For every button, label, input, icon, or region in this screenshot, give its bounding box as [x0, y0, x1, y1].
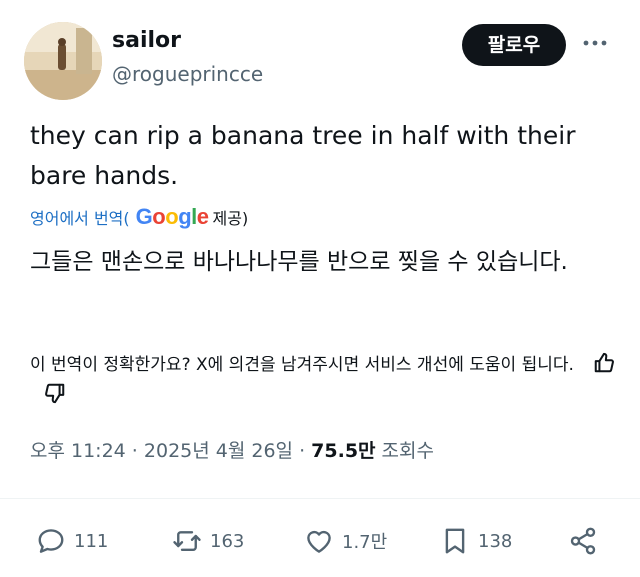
- tweet-time[interactable]: 오후 11:24: [30, 440, 126, 462]
- tweet-text: they can rip a banana tree in half with …: [30, 121, 576, 190]
- user-handle[interactable]: @rogueprincce: [112, 62, 263, 86]
- reply-button[interactable]: 111: [36, 524, 108, 558]
- more-horizontal-icon[interactable]: [580, 28, 610, 58]
- translation-feedback: 이 번역이 정확한가요? X에 의견을 남겨주시면 서비스 개선에 도움이 됩니…: [30, 350, 620, 410]
- repost-button[interactable]: 163: [172, 524, 244, 558]
- avatar[interactable]: [24, 22, 102, 100]
- bookmark-count: 138: [478, 530, 513, 552]
- reply-icon: [38, 529, 64, 553]
- like-count: 1.7만: [342, 532, 388, 553]
- thumbs-down-icon[interactable]: [44, 382, 66, 404]
- share-button[interactable]: [568, 524, 606, 558]
- views-label: 조회수: [375, 440, 434, 462]
- google-logo: Google: [135, 204, 209, 229]
- share-icon: [570, 527, 596, 555]
- display-name[interactable]: sailor: [112, 28, 181, 53]
- follow-button[interactable]: 팔로우: [462, 24, 566, 66]
- translated-text: 그들은 맨손으로 바나나나무를 반으로 찢을 수 있습니다.: [30, 249, 568, 275]
- reply-count: 111: [74, 530, 109, 552]
- heart-icon: [307, 530, 331, 553]
- repost-icon: [173, 531, 201, 551]
- provided-by-label: 제공): [212, 209, 249, 228]
- thumbs-up-icon[interactable]: [593, 352, 615, 374]
- translation-attribution[interactable]: 영어에서 번역( Google 제공): [30, 200, 248, 234]
- meta-separator: ·: [293, 440, 312, 462]
- bookmark-button[interactable]: 138: [440, 524, 512, 558]
- feedback-prompt: 이 번역이 정확한가요? X에 의견을 남겨주시면 서비스 개선에 도움이 됩니…: [30, 355, 574, 375]
- like-button[interactable]: 1.7만: [304, 524, 387, 558]
- repost-count: 163: [210, 530, 245, 552]
- tweet-header: sailor @rogueprincce 팔로우: [0, 0, 640, 110]
- tweet-date[interactable]: 2025년 4월 26일: [144, 440, 293, 462]
- bookmark-icon: [445, 528, 465, 554]
- divider: [0, 498, 640, 499]
- tweet-metadata: 오후 11:24 · 2025년 4월 26일 · 75.5만 조회수: [30, 436, 434, 463]
- meta-separator: ·: [125, 440, 144, 462]
- view-count: 75.5만: [311, 440, 376, 462]
- translated-from-label: 영어에서 번역(: [30, 209, 130, 228]
